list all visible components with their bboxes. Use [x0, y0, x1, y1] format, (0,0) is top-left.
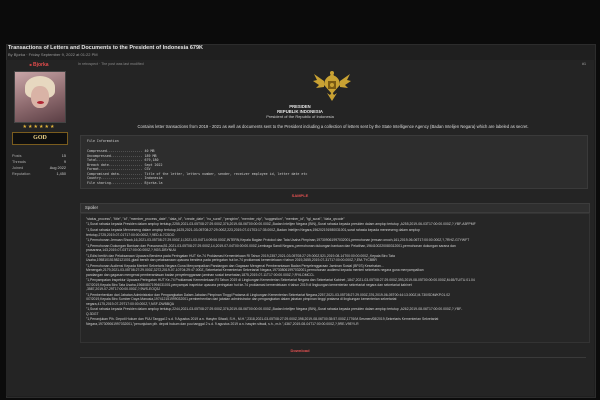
stat-value: 15: [61, 154, 66, 158]
stat-joined: Joined Aug 2022: [12, 166, 66, 170]
download-link[interactable]: Download: [0, 348, 600, 353]
stat-reputation: Reputation 1,450: [12, 172, 66, 176]
sample-row: "1,Permohonan Dukungan Bantuan dan Prasa…: [86, 243, 456, 248]
stat-value: Aug 2022: [49, 166, 66, 170]
file-info-codeblock: File Information Compressed.............…: [80, 135, 588, 189]
divider: [80, 357, 586, 358]
code-line: Compressed.................. 40 MB: [87, 149, 155, 153]
username-link[interactable]: Bjorka: [8, 62, 70, 68]
forum-window: Transactions of Letters and Documents to…: [0, 0, 600, 400]
sample-row: Usaha,195810151982121001,gladi bersih da…: [86, 258, 377, 262]
sample-row: tertutup,2725,2019-07-01T17:00:00.000Z,?…: [86, 232, 175, 237]
code-line: Compromised data............ Title of th…: [87, 171, 308, 176]
code-line: File Information: [87, 139, 119, 143]
sample-row: Menengah,2179,2021-03-05T08:27:29.000Z,3…: [86, 268, 424, 272]
code-line: Total....................... 679,180: [87, 158, 159, 162]
sample-row: pandangan dan gagasan mengenai pemberant…: [86, 272, 315, 277]
sample-label: SAMPLE: [291, 193, 309, 198]
code-line: Format...................... CSV: [87, 167, 151, 171]
sample-row: ,3587,2019-07-29T17:00:00.000Z,?,9WS-EOQ…: [86, 287, 161, 291]
sample-row: "1,Pemberhentian dari Jabatan Administra…: [86, 292, 450, 297]
sample-row: "1,Permohonan Audiensi Kepada Menteri Se…: [86, 263, 384, 268]
spoiler-toggle[interactable]: Spoiler: [80, 203, 590, 213]
stat-label: Reputation: [12, 172, 31, 176]
post-edit-note: In retrospect · The post was last modifi…: [78, 62, 144, 66]
code-line: Country..................... Indonesia: [87, 176, 163, 180]
stat-value: 9: [63, 160, 66, 164]
sample-row: "1,Surat rahasia kepada Presiden dalam a…: [86, 307, 463, 311]
sample-row: "1,Edisi berikh dan Pelaksanaan Upacara …: [86, 253, 395, 258]
post-description: Contains letter transactions from 2019 -…: [137, 124, 529, 129]
sample-row: "1,Penanjukan Plh. Depoti Hukum dan PUU …: [86, 317, 439, 321]
sample-row: "status_process", "title", "id", "member…: [86, 217, 345, 221]
sample-row: "1,Penyampaian Inspektur Upacara Peringa…: [86, 278, 475, 282]
stat-threads: Threads 9: [12, 160, 66, 164]
stat-label: Posts: [12, 154, 22, 158]
sample-row: /07/2019,Kepala Biro Sumber Daya Manusia…: [86, 297, 397, 301]
post-number-link[interactable]: #1: [582, 62, 586, 66]
rank-stars: ★★★★★★: [22, 124, 56, 130]
sample-row: "1,Permohonan Jemuan Shock,16,2021-03-05…: [86, 238, 470, 242]
emblem-subtitle: President of the Republic of Indonesia: [266, 114, 334, 119]
sample-row: /07/2019,Kepala Biro Tata Usaha,19680807…: [86, 282, 412, 287]
garuda-emblem-icon: [313, 71, 351, 101]
spoiler-content: "status_process", "title", "id", "member…: [80, 213, 590, 343]
code-line: Uncompressed................ 189 MB: [87, 153, 157, 158]
thread-title: Transactions of Letters and Documents to…: [8, 45, 203, 51]
sample-row: negara,4175,2019-07-29T17:00:00.000Z,?,N…: [86, 301, 175, 306]
code-line: Breach date................. Sept 2022: [87, 162, 163, 167]
thread-meta: By Bjorka · Friday September 9, 2022 at …: [8, 52, 98, 57]
sample-row: Q.3DGT: [86, 311, 99, 316]
sample-row: "1,Surat rahasia kepada Menneseng dalam …: [86, 228, 420, 232]
stat-posts: Posts 15: [12, 154, 66, 158]
code-line: File sharing................ Bjorka.la: [87, 180, 163, 185]
rank-badge: GOD: [12, 132, 68, 145]
sample-row: Negara,197309061997032001,"penunjukan pl…: [86, 321, 359, 326]
user-sidebar: Bjorka ★★★★★★ GOD Posts 15 Threads 9 Joine…: [8, 62, 70, 232]
stat-label: Threads: [12, 160, 26, 164]
sample-row: prasarana,143,2019-07-03T17:00:00.000Z,?…: [86, 248, 177, 252]
stat-label: Joined: [12, 166, 24, 170]
sample-row: "1,Surat rahasia kepada Presiden dalam a…: [86, 222, 476, 226]
stat-value: 1,450: [56, 172, 66, 176]
